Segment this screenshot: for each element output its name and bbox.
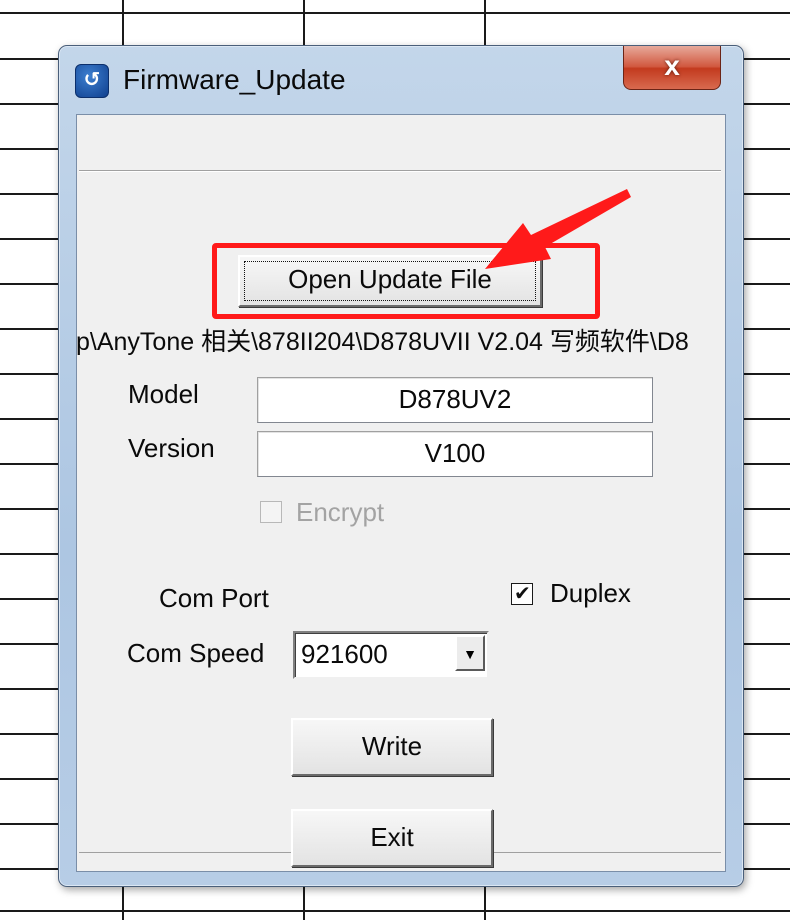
write-button[interactable]: Write bbox=[291, 718, 493, 776]
firmware-update-dialog: ↺ Firmware_Update x Open Update File p\A… bbox=[58, 45, 744, 887]
version-field[interactable]: V100 bbox=[257, 431, 653, 477]
com-speed-select[interactable]: 921600 ▼ bbox=[293, 631, 489, 679]
dropdown-arrow-icon[interactable]: ▼ bbox=[455, 635, 485, 671]
encrypt-label: Encrypt bbox=[296, 497, 385, 527]
duplex-label: Duplex bbox=[550, 578, 631, 608]
write-label: Write bbox=[361, 731, 423, 761]
dialog-client-area: Open Update File p\AnyTone 相关\878II204\D… bbox=[76, 114, 726, 872]
window-title: Firmware_Update bbox=[123, 64, 346, 95]
file-path-display: p\AnyTone 相关\878II204\D878UVII V2.04 写频软… bbox=[76, 328, 689, 356]
annotation-arrow-icon bbox=[485, 189, 631, 269]
version-label: Version bbox=[128, 433, 215, 463]
checkmark-icon: ✔ bbox=[514, 583, 531, 605]
grid-line bbox=[0, 12, 790, 14]
model-label: Model bbox=[128, 379, 199, 409]
exit-label: Exit bbox=[370, 822, 414, 852]
com-port-label: Com Port bbox=[159, 583, 269, 613]
title-bar[interactable]: ↺ Firmware_Update x bbox=[59, 46, 743, 112]
model-field[interactable]: D878UV2 bbox=[257, 377, 653, 423]
encrypt-checkbox[interactable] bbox=[260, 501, 282, 523]
duplex-checkbox[interactable]: ✔ bbox=[511, 583, 533, 605]
exit-button[interactable]: Exit bbox=[291, 809, 493, 867]
app-icon: ↺ bbox=[75, 64, 109, 98]
close-button[interactable]: x bbox=[623, 46, 721, 90]
grid-line bbox=[0, 910, 790, 912]
com-speed-value: 921600 bbox=[301, 639, 388, 669]
com-speed-label: Com Speed bbox=[127, 638, 265, 668]
